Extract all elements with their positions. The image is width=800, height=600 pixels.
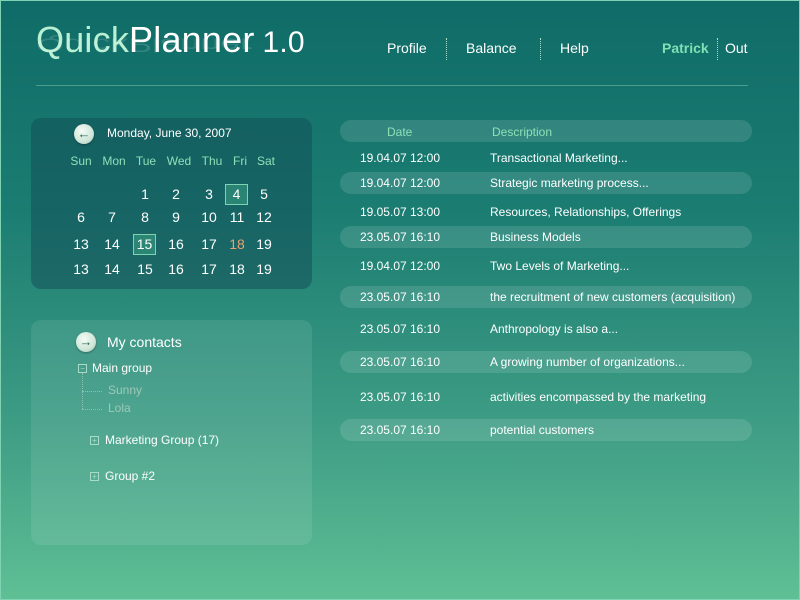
- calendar-day[interactable]: 2: [164, 184, 188, 204]
- calendar-day[interactable]: 16: [164, 234, 188, 254]
- table-row[interactable]: 23.05.07 16:10 potential customers: [340, 419, 752, 441]
- calendar-day[interactable]: 12: [252, 207, 276, 227]
- calendar-day[interactable]: 14: [100, 234, 124, 254]
- row-description: Resources, Relationships, Offerings: [490, 205, 682, 219]
- table-row[interactable]: 19.04.07 12:00 Two Levels of Marketing...: [340, 255, 752, 277]
- table-row[interactable]: 23.05.07 16:10 A growing number of organi…: [340, 351, 752, 373]
- tree-connector: [82, 409, 102, 410]
- row-date: 23.05.07 16:10: [359, 322, 441, 336]
- table-row[interactable]: 19.05.07 13:00 Resources, Relationships, …: [340, 201, 752, 223]
- arrow-left-icon[interactable]: ←: [74, 124, 94, 144]
- weekday-label: Sat: [256, 154, 275, 168]
- calendar-day[interactable]: 15: [133, 234, 156, 255]
- calendar-day[interactable]: 19: [252, 259, 276, 279]
- row-date: 23.05.07 16:10: [359, 230, 441, 244]
- nav-help[interactable]: Help: [560, 40, 589, 56]
- plus-box-icon[interactable]: +: [90, 436, 99, 445]
- row-date: 23.05.07 16:10: [359, 390, 441, 404]
- group-main[interactable]: Main group: [92, 361, 152, 375]
- calendar-day[interactable]: 4: [225, 184, 248, 205]
- contacts-title: My contacts: [107, 334, 182, 350]
- weekday-label: Wed: [166, 154, 192, 168]
- contact-lola[interactable]: Lola: [108, 401, 131, 415]
- calendar-date-label: Monday, June 30, 2007: [107, 126, 232, 140]
- weekday-label: Thu: [201, 154, 223, 168]
- calendar-day[interactable]: 5: [252, 184, 276, 204]
- nav-separator: [446, 38, 447, 60]
- calendar-day[interactable]: 19: [252, 234, 276, 254]
- logout-link[interactable]: Out: [725, 40, 748, 56]
- table-row[interactable]: 19.04.07 12:00 Transactional Marketing...: [340, 147, 752, 169]
- row-date: 23.05.07 16:10: [359, 355, 441, 369]
- arrow-right-icon[interactable]: →: [76, 332, 96, 352]
- nav-profile[interactable]: Profile: [387, 40, 427, 56]
- table-row[interactable]: 23.05.07 16:10 Business Models: [340, 226, 752, 248]
- row-description: the recruitment of new customers (acquis…: [490, 290, 736, 304]
- calendar-day[interactable]: 6: [69, 207, 93, 227]
- table-row[interactable]: 19.04.07 12:00 Strategic marketing proces…: [340, 172, 752, 194]
- calendar-day[interactable]: 17: [197, 259, 221, 279]
- weekday-label: Sun: [70, 154, 92, 168]
- calendar-day[interactable]: 18: [225, 259, 249, 279]
- calendar-day[interactable]: 16: [164, 259, 188, 279]
- row-description: potential customers: [490, 423, 595, 437]
- weekday-label: Mon: [102, 154, 126, 168]
- calendar-day[interactable]: 8: [133, 207, 157, 227]
- plus-box-icon[interactable]: +: [90, 472, 99, 481]
- row-date: 19.05.07 13:00: [359, 205, 441, 219]
- row-description: Strategic marketing process...: [490, 176, 649, 190]
- minus-box-icon[interactable]: −: [78, 364, 87, 373]
- calendar-day[interactable]: 13: [69, 234, 93, 254]
- row-description: Anthropology is also a...: [490, 322, 619, 336]
- group-marketing[interactable]: Marketing Group (17): [105, 433, 219, 447]
- calendar-day[interactable]: 3: [197, 184, 221, 204]
- row-description: A growing number of organizations...: [490, 355, 685, 369]
- calendar-day[interactable]: 10: [197, 207, 221, 227]
- calendar-day[interactable]: 15: [133, 259, 157, 279]
- contact-sunny[interactable]: Sunny: [108, 383, 142, 397]
- tree-connector: [82, 391, 102, 392]
- row-description: activities encompassed by the marketing: [490, 390, 707, 404]
- header-divider: [36, 85, 748, 86]
- calendar-day[interactable]: 13: [69, 259, 93, 279]
- nav-balance[interactable]: Balance: [466, 40, 517, 56]
- column-date[interactable]: Date: [387, 125, 412, 139]
- calendar-day[interactable]: 18: [225, 234, 249, 254]
- weekday-label: Tue: [135, 154, 157, 168]
- calendar-day[interactable]: 14: [100, 259, 124, 279]
- calendar-day[interactable]: 1: [133, 184, 157, 204]
- table-row[interactable]: 23.05.07 16:10 the recruitment of new cus…: [340, 286, 752, 308]
- top-nav: Profile Balance Help Patrick Out: [0, 38, 800, 60]
- row-description: Transactional Marketing...: [490, 151, 628, 165]
- table-row[interactable]: 23.05.07 16:10 Anthropology is also a...: [340, 318, 752, 340]
- calendar-day[interactable]: 7: [100, 207, 124, 227]
- row-date: 19.04.07 12:00: [359, 176, 441, 190]
- nav-separator: [717, 38, 718, 60]
- table-row[interactable]: 23.05.07 16:10 activities encompassed by …: [340, 386, 752, 408]
- row-date: 23.05.07 16:10: [359, 423, 441, 437]
- user-name-link[interactable]: Patrick: [662, 40, 709, 56]
- calendar-day[interactable]: 11: [225, 207, 249, 227]
- row-description: Business Models: [490, 230, 581, 244]
- nav-separator: [540, 38, 541, 60]
- calendar-day[interactable]: 9: [164, 207, 188, 227]
- group-2[interactable]: Group #2: [105, 469, 155, 483]
- row-date: 19.04.07 12:00: [359, 259, 441, 273]
- column-description[interactable]: Description: [492, 125, 552, 139]
- row-description: Two Levels of Marketing...: [490, 259, 630, 273]
- row-date: 23.05.07 16:10: [359, 290, 441, 304]
- row-date: 19.04.07 12:00: [359, 151, 441, 165]
- calendar-day[interactable]: 17: [197, 234, 221, 254]
